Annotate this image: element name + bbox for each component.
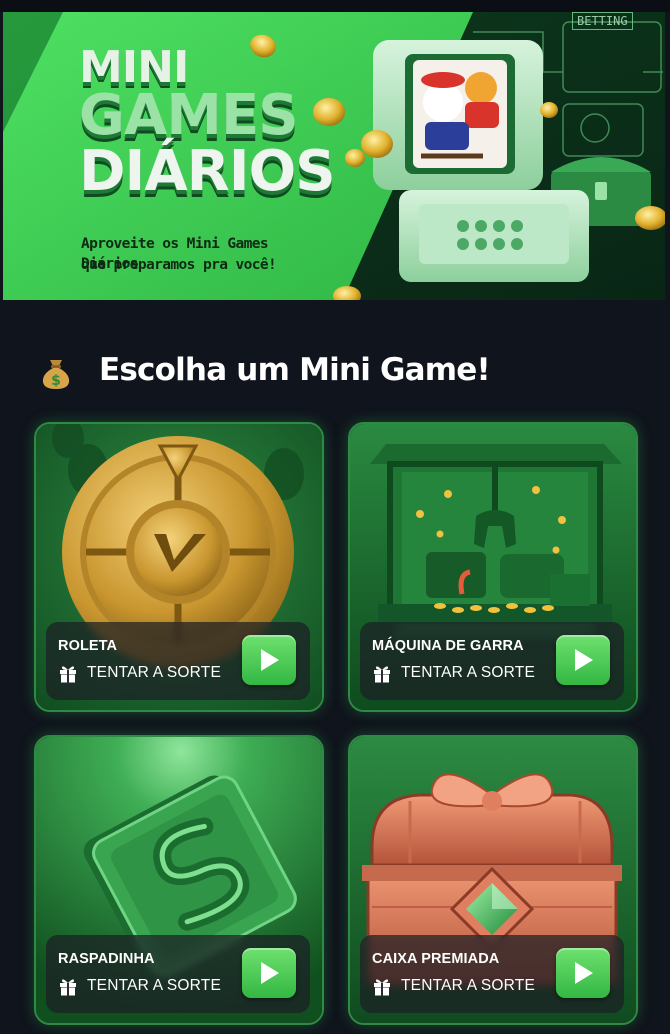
promo-banner[interactable]: MINI GAMES DIÁRIOS Aproveite os Mini Gam…: [3, 12, 665, 300]
try-luck-label: TENTAR A SORTE: [87, 977, 222, 994]
try-luck-link[interactable]: TENTAR A SORTE: [58, 975, 221, 997]
try-luck-label: TENTAR A SORTE: [401, 977, 536, 994]
play-icon: [261, 649, 279, 671]
card-info-panel: MÁQUINA DE GARRA TENTAR A SORTE: [360, 622, 624, 700]
try-luck-link[interactable]: TENTAR A SORTE: [372, 662, 535, 684]
play-button[interactable]: [556, 948, 610, 998]
card-info-panel: RASPADINHA TENTAR A SORTE: [46, 935, 310, 1013]
try-luck-label: TENTAR A SORTE: [401, 664, 536, 681]
svg-text:$: $: [51, 373, 61, 389]
game-card-roleta[interactable]: ROLETA TENTAR A SORTE: [34, 422, 324, 712]
gift-icon: [374, 666, 390, 683]
play-button[interactable]: [242, 635, 296, 685]
try-luck-label: TENTAR A SORTE: [87, 664, 222, 681]
play-icon: [575, 962, 593, 984]
gift-icon: [60, 979, 76, 996]
game-card-maquina-de-garra[interactable]: MÁQUINA DE GARRA TENTAR A SORTE: [348, 422, 638, 712]
play-button[interactable]: [242, 948, 296, 998]
game-name: CAIXA PREMIADA: [372, 951, 500, 967]
banner-subtitle-line-2: que preparamos pra você!: [81, 257, 277, 273]
section-title: Escolha um Mini Game!: [99, 352, 491, 388]
game-name: RASPADINHA: [58, 951, 155, 967]
machine-tag: BETTING: [572, 12, 633, 30]
play-icon: [575, 649, 593, 671]
play-icon: [261, 962, 279, 984]
money-bag-icon: $: [42, 360, 70, 389]
top-bar: [0, 0, 670, 12]
try-luck-link[interactable]: TENTAR A SORTE: [372, 975, 535, 997]
banner-title-line-3: DIÁRIOS: [79, 139, 336, 204]
banner-title-line-2: GAMES: [79, 83, 299, 148]
gift-icon: [60, 666, 76, 683]
game-card-caixa-premiada[interactable]: CAIXA PREMIADA TENTAR A SORTE: [348, 735, 638, 1025]
game-card-raspadinha[interactable]: RASPADINHA TENTAR A SORTE: [34, 735, 324, 1025]
gift-icon: [374, 979, 390, 996]
card-info-panel: ROLETA TENTAR A SORTE: [46, 622, 310, 700]
play-button[interactable]: [556, 635, 610, 685]
card-info-panel: CAIXA PREMIADA TENTAR A SORTE: [360, 935, 624, 1013]
try-luck-link[interactable]: TENTAR A SORTE: [58, 662, 221, 684]
game-name: MÁQUINA DE GARRA: [372, 638, 524, 654]
game-name: ROLETA: [58, 638, 118, 654]
